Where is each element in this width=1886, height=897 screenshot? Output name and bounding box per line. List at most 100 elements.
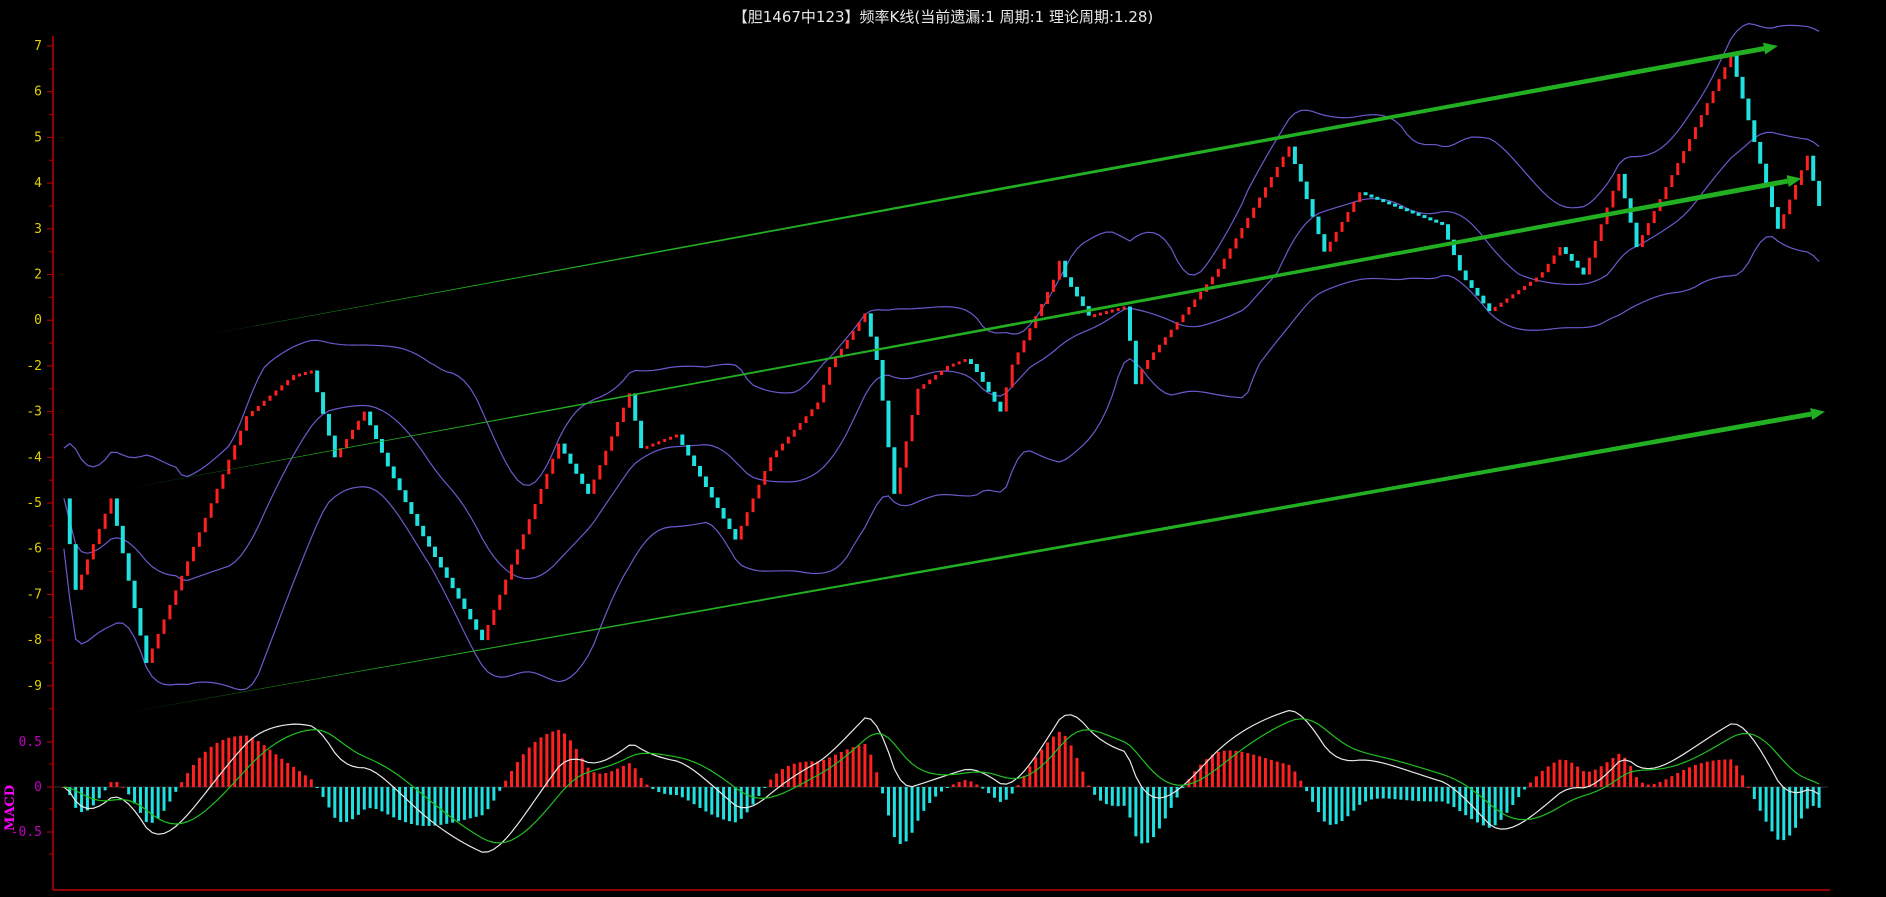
macd-hist-up	[1729, 759, 1733, 787]
macd-hist-up	[580, 758, 584, 787]
macd-hist-up	[1676, 772, 1680, 787]
up-candle	[1652, 211, 1656, 224]
macd-hist-down	[445, 787, 449, 824]
up-candle	[345, 439, 349, 449]
up-candle	[616, 422, 620, 437]
macd-hist-down	[498, 787, 502, 791]
macd-hist-down	[1434, 787, 1438, 802]
up-candle	[1523, 285, 1527, 291]
macd-hist-down	[91, 787, 95, 806]
macd-hist-up	[1564, 760, 1568, 787]
y-tick-label: -8	[26, 633, 42, 648]
down-candle	[126, 553, 131, 581]
trend-arrows	[122, 42, 1825, 714]
down-candle	[67, 498, 72, 545]
macd-hist-up	[1087, 785, 1091, 787]
macd-hist-up	[510, 770, 514, 787]
down-candle	[1775, 207, 1780, 229]
macd-hist-up	[1293, 771, 1297, 787]
macd-tick-label: 0.5	[19, 735, 42, 750]
up-candle	[945, 365, 949, 371]
macd-hist-down	[940, 787, 943, 792]
down-candle	[468, 608, 473, 620]
down-candle	[715, 497, 720, 509]
down-candle	[456, 588, 461, 599]
down-candle	[586, 483, 591, 494]
macd-hist-up	[1723, 759, 1727, 787]
down-candle	[1752, 120, 1757, 142]
macd-hist-up	[1299, 780, 1303, 787]
up-candle	[156, 633, 160, 649]
macd-hist-up	[1741, 775, 1745, 787]
macd-hist-up	[1222, 750, 1226, 787]
up-candle	[851, 331, 855, 340]
macd-hist-up	[221, 739, 225, 787]
macd-hist-down	[904, 787, 908, 842]
up-candle	[227, 459, 231, 475]
macd-hist-down	[374, 787, 378, 810]
macd-hist-down	[138, 787, 142, 813]
macd-hist-down	[156, 787, 160, 819]
down-candle	[421, 525, 426, 537]
macd-hist-up	[1599, 766, 1603, 787]
macd-hist-down	[1511, 787, 1515, 805]
macd-hist-down	[457, 787, 461, 822]
up-candle	[1794, 184, 1798, 200]
down-candle	[998, 401, 1003, 412]
macd-hist-down	[103, 787, 107, 791]
macd-hist-up	[1652, 784, 1656, 787]
macd-hist-down	[433, 787, 437, 826]
macd-hist-up	[828, 757, 832, 787]
macd-hist-down	[1517, 787, 1521, 798]
macd-hist-down	[1770, 787, 1774, 832]
up-candle	[928, 379, 932, 385]
up-candle	[174, 590, 178, 605]
down-candle	[568, 453, 573, 464]
macd-hist-down	[987, 787, 991, 794]
macd-hist-up	[191, 764, 195, 787]
macd-hist-down	[1146, 787, 1150, 843]
up-candle	[85, 559, 89, 575]
up-candle	[780, 443, 784, 451]
down-candle	[1758, 141, 1763, 164]
down-candle	[680, 434, 685, 445]
up-candle	[739, 525, 743, 540]
macd-hist-down	[1311, 787, 1315, 802]
macd-hist-down	[1393, 787, 1397, 800]
down-candle	[639, 420, 644, 449]
macd-hist-up	[627, 763, 631, 787]
macd-dif-line	[63, 709, 1820, 853]
macd-hist-up	[633, 768, 637, 787]
up-candle	[515, 549, 519, 565]
up-candle	[1028, 328, 1032, 341]
macd-hist-down	[1140, 787, 1144, 844]
up-candle	[898, 467, 902, 494]
up-candle	[1181, 314, 1185, 323]
up-candle	[1682, 151, 1686, 164]
up-candle	[545, 473, 549, 489]
up-candle	[592, 479, 596, 494]
up-candle	[1057, 260, 1061, 280]
down-candle	[1398, 205, 1403, 209]
macd-hist-up	[1075, 757, 1079, 787]
macd-hist-up	[527, 747, 531, 787]
macd-hist-up	[1228, 750, 1232, 787]
up-candle	[610, 436, 614, 451]
macd-hist-up	[1711, 760, 1715, 787]
down-candle	[332, 435, 337, 458]
up-candle	[1146, 359, 1150, 370]
macd-hist-down	[1369, 787, 1373, 800]
macd-hist-up	[209, 746, 213, 787]
macd-hist-down	[704, 787, 708, 812]
macd-hist-down	[150, 787, 154, 823]
macd-hist-up	[1693, 765, 1697, 787]
up-candle	[940, 370, 943, 376]
macd-hist-down	[1440, 787, 1444, 802]
up-candle	[1529, 281, 1532, 286]
macd-hist-down	[1422, 787, 1426, 802]
macd-hist-down	[1399, 787, 1403, 800]
macd-hist-down	[1411, 787, 1415, 801]
up-candle	[922, 384, 926, 389]
down-candle	[562, 443, 567, 454]
macd-hist-down	[1458, 787, 1462, 812]
